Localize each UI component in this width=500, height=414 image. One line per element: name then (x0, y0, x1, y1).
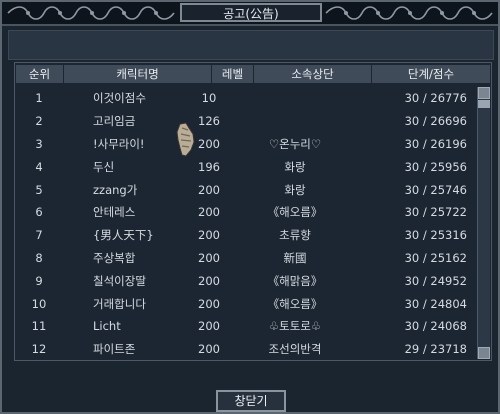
name-cell: Licht (93, 319, 121, 334)
level-cell: 200 (198, 182, 220, 197)
level-cell: 200 (198, 273, 220, 288)
score-cell: 30 / 26776 (404, 91, 467, 106)
level-cell: 200 (198, 296, 220, 311)
table-row[interactable]: 7 {男人天下} 200 초류향 30 / 25316 (15, 224, 475, 247)
guild-cell: 《해맑음》 (267, 273, 323, 288)
guild-cell: 新國 (283, 250, 307, 265)
guild-cell: 화랑 (284, 182, 306, 197)
score-cell: 30 / 24068 (404, 319, 467, 334)
level-cell: 10 (201, 91, 217, 106)
rank-cell: 7 (35, 228, 43, 243)
guild-cell: ♡온누리♡ (268, 136, 322, 151)
header-score: 단계/점수 (372, 65, 490, 83)
title-bar: 공고(公告) (2, 2, 498, 26)
scroll-thumb[interactable] (478, 100, 490, 108)
rank-cell: 9 (35, 273, 43, 288)
guild-cell: 초류향 (279, 228, 311, 243)
rank-cell: 10 (31, 296, 47, 311)
header-guild: 소속상단 (254, 65, 372, 83)
score-cell: 30 / 25162 (404, 250, 467, 265)
name-cell: 안테레스 (93, 205, 136, 220)
name-cell: zzang가 (93, 182, 138, 197)
ranking-window: 공고(公告) 순위 캐릭터명 레벨 소속상단 단계/점수 1 이것이점수 10 … (0, 0, 500, 414)
close-window-button[interactable]: 창닫기 (216, 390, 286, 412)
score-cell: 30 / 25746 (404, 182, 467, 197)
guild-cell: 조선의반격 (268, 342, 322, 357)
name-cell: 거래합니다 (93, 296, 146, 311)
table-row[interactable]: 10 거래합니다 200 《해오름》 30 / 24804 (15, 292, 475, 315)
ranking-list: 1 이것이점수 10 30 / 26776 2 고리임금 126 30 / 26… (15, 87, 475, 360)
guild-cell: ♧토토로♧ (268, 319, 322, 334)
name-cell: !사무라이! (93, 136, 145, 151)
table-row[interactable]: 8 주상복합 200 新國 30 / 25162 (15, 247, 475, 270)
name-cell: 파이트존 (93, 342, 136, 357)
table-row[interactable]: 11 Licht 200 ♧토토로♧ 30 / 24068 (15, 315, 475, 338)
window-title: 공고(公告) (180, 3, 322, 22)
guild-cell: 《해오름》 (267, 296, 323, 311)
score-cell: 30 / 26696 (404, 114, 467, 129)
table-row[interactable]: 3 !사무라이! 200 ♡온누리♡ 30 / 26196 (15, 133, 475, 156)
left-ornament (6, 5, 176, 21)
name-cell: {男人天下} (93, 228, 154, 243)
rank-cell: 3 (35, 136, 43, 151)
score-cell: 29 / 23718 (404, 342, 467, 357)
table-row[interactable]: 1 이것이점수 10 30 / 26776 (15, 87, 475, 110)
table-row[interactable]: 6 안테레스 200 《해오름》 30 / 25722 (15, 201, 475, 224)
score-cell: 30 / 25956 (404, 159, 467, 174)
rank-cell: 12 (31, 342, 47, 357)
guild-cell: 《해오름》 (267, 205, 323, 220)
level-cell: 200 (198, 342, 220, 357)
table-row[interactable]: 2 고리임금 126 30 / 26696 (15, 110, 475, 133)
right-ornament (324, 5, 494, 21)
rank-cell: 8 (35, 250, 43, 265)
level-cell: 196 (198, 159, 220, 174)
rank-cell: 1 (35, 91, 43, 106)
scroll-up-button[interactable] (478, 87, 490, 99)
top-band (8, 30, 494, 60)
header-level: 레벨 (212, 65, 254, 83)
score-cell: 30 / 25722 (404, 205, 467, 220)
score-cell: 30 / 26196 (404, 136, 467, 151)
rank-cell: 11 (31, 319, 47, 334)
score-cell: 30 / 25316 (404, 228, 467, 243)
score-cell: 30 / 24952 (404, 273, 467, 288)
rank-cell: 2 (35, 114, 43, 129)
rank-cell: 5 (35, 182, 43, 197)
rank-cell: 6 (35, 205, 43, 220)
header-rank: 순위 (16, 65, 64, 83)
name-cell: 이것이점수 (93, 91, 146, 106)
name-cell: 고리임금 (93, 114, 136, 129)
ranking-panel: 순위 캐릭터명 레벨 소속상단 단계/점수 1 이것이점수 10 30 / 26… (14, 62, 492, 361)
rank-cell: 4 (35, 159, 43, 174)
scroll-down-button[interactable] (478, 347, 490, 359)
score-cell: 30 / 24804 (404, 296, 467, 311)
name-cell: 두신 (93, 159, 115, 174)
guild-cell: 화랑 (284, 159, 306, 174)
level-cell: 200 (198, 250, 220, 265)
level-cell: 200 (198, 228, 220, 243)
gauntlet-cursor-icon (176, 122, 195, 157)
table-header: 순위 캐릭터명 레벨 소속상단 단계/점수 (16, 65, 490, 83)
vertical-scrollbar[interactable] (477, 87, 490, 359)
level-cell: 200 (198, 205, 220, 220)
level-cell: 200 (198, 319, 220, 334)
table-row[interactable]: 5 zzang가 200 화랑 30 / 25746 (15, 178, 475, 201)
name-cell: 주상복합 (93, 250, 136, 265)
table-row[interactable]: 9 칠석이장딸 200 《해맑음》 30 / 24952 (15, 269, 475, 292)
header-name: 캐릭터명 (64, 65, 212, 83)
table-row[interactable]: 4 두신 196 화랑 30 / 25956 (15, 155, 475, 178)
table-row[interactable]: 12 파이트존 200 조선의반격 29 / 23718 (15, 338, 475, 360)
name-cell: 칠석이장딸 (93, 273, 146, 288)
